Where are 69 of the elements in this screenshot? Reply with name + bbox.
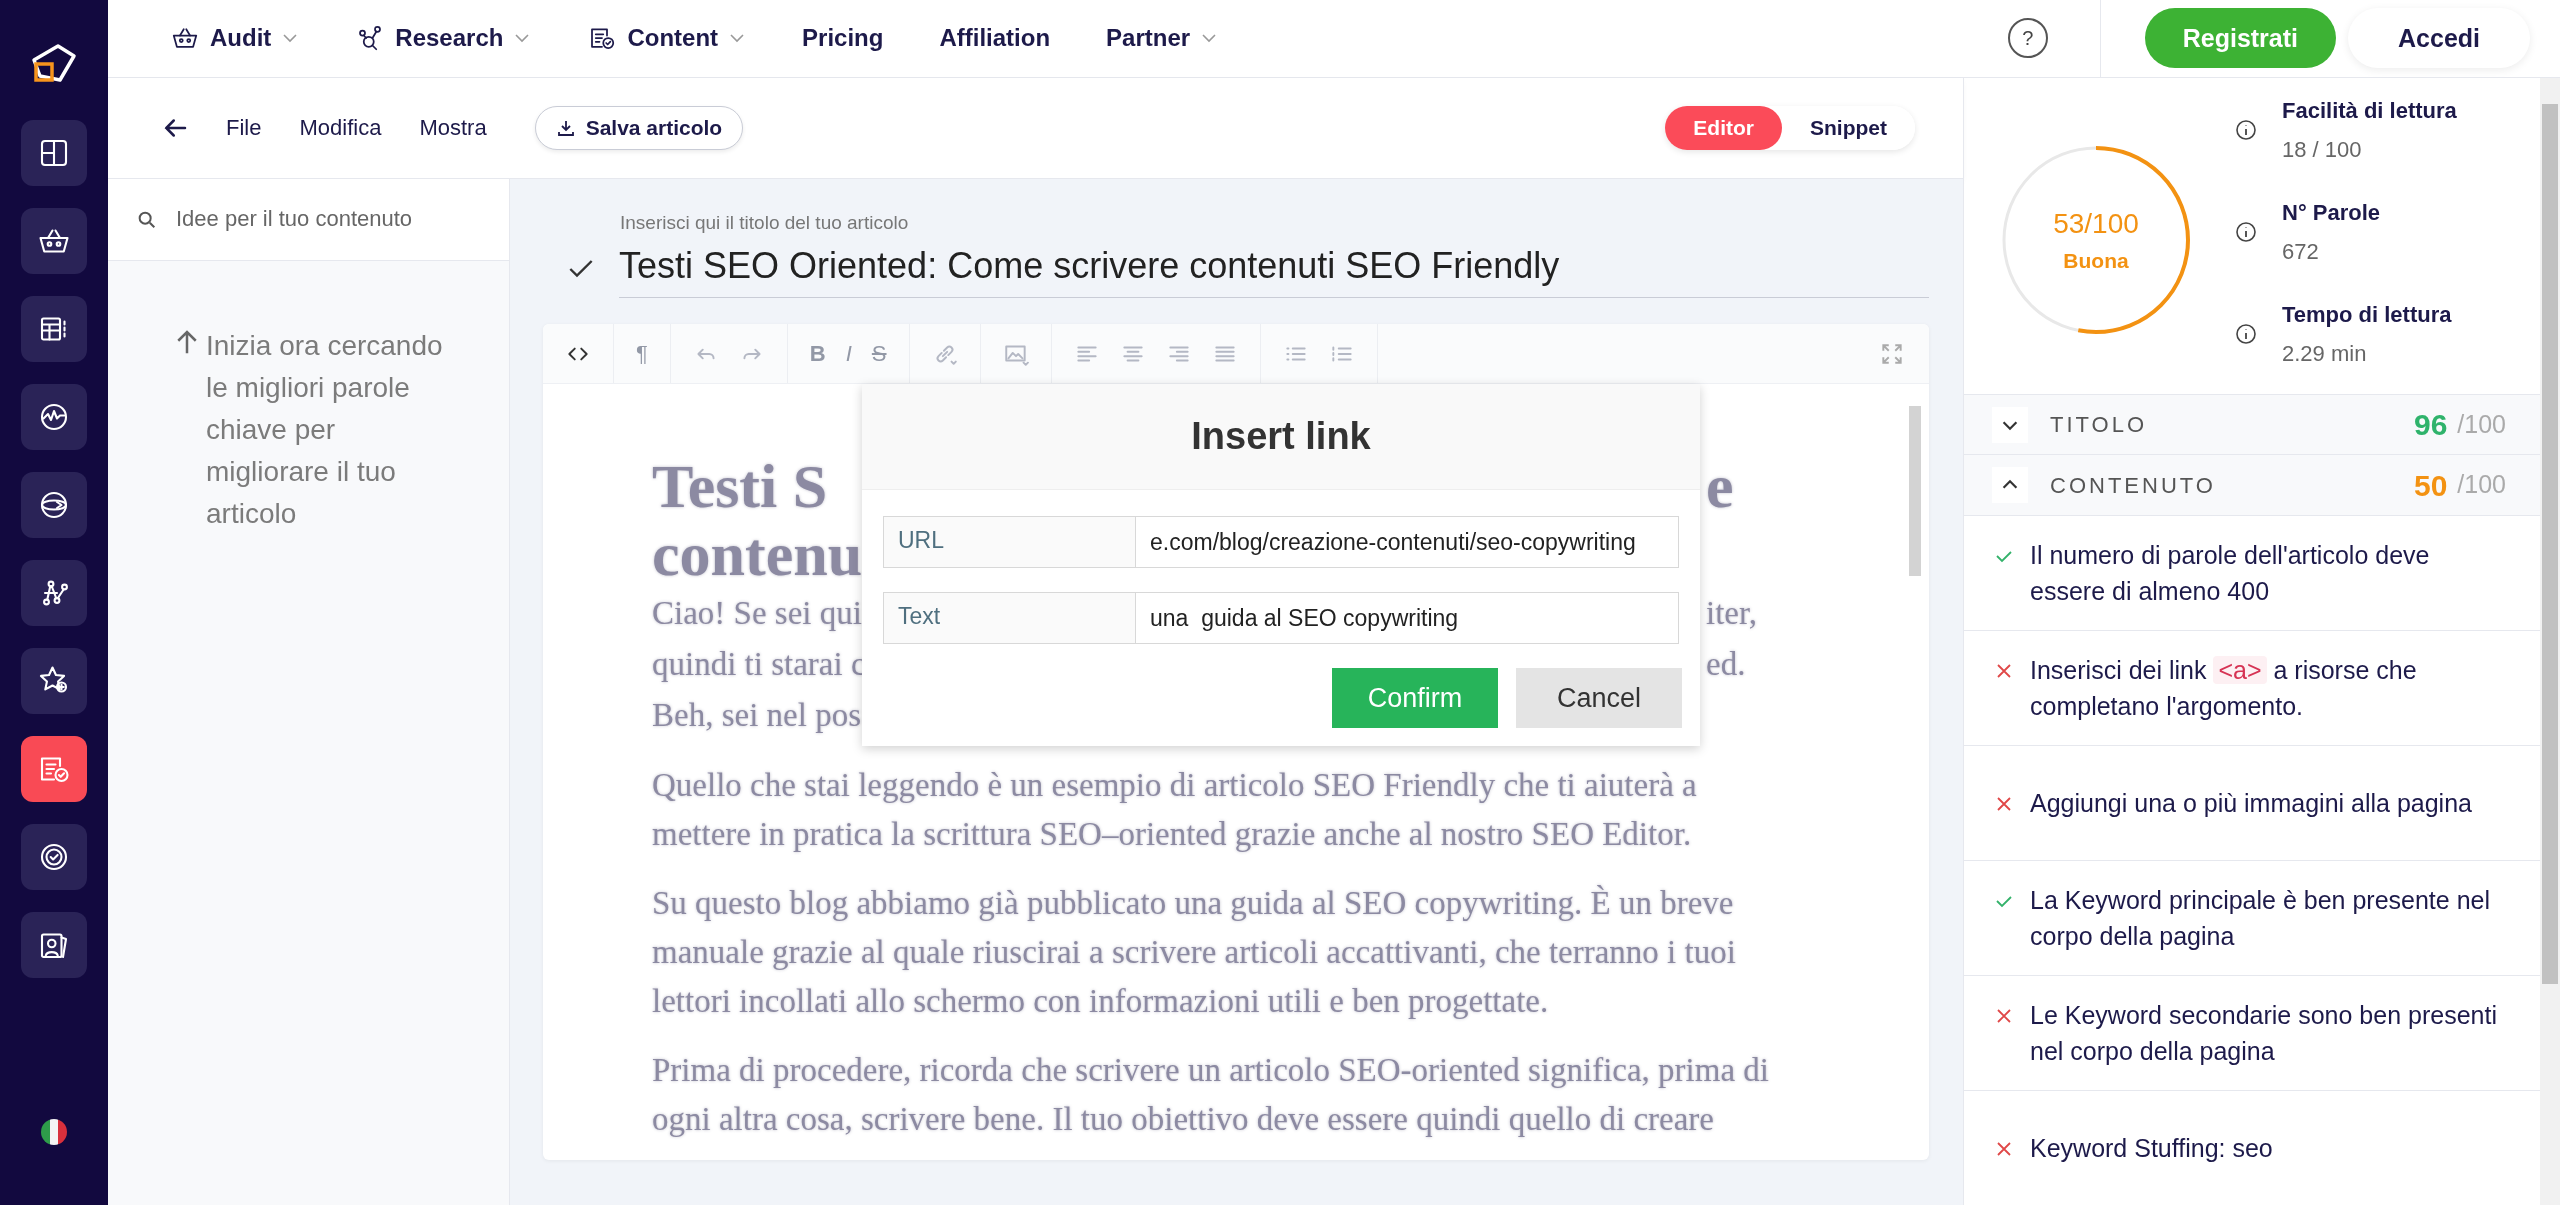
section-title: CONTENUTO [2050,471,2216,500]
search-field[interactable]: Idee per il tuo contenuto [108,178,509,261]
paragraph-text: Beh, sei nel pos [652,696,861,736]
sidebar-item[interactable] [21,472,87,538]
paragraph: Quello che stai leggendo è un esempio di articolo SEO Friendly che ti aiuterà a mettere in pratica la scrittura SEO–oriented grazie anche al nostro SEO Editor. [652,766,1698,855]
section-score: 96 [2413,407,2448,444]
menu-item[interactable]: File [226,111,262,145]
paragraph: Prima di procedere, ricorda che scrivere un articolo SEO-oriented significa, prima di ogni altra cosa, scrivere bene. Il tuo obiettivo deve essere quindi quello di creare [652,1051,1770,1140]
expand-toggle[interactable] [1992,406,2028,443]
sidebar-item[interactable] [21,648,87,714]
sidebar-item[interactable] [21,208,87,274]
menu-item[interactable]: Mostra [419,111,487,145]
dialog-title: Insert link [1191,414,1371,460]
score-value: 53/100 [2053,207,2139,241]
section-max: /100 [2457,408,2506,440]
sidebar-item[interactable] [21,120,87,186]
check-text: Le Keyword secondarie sono ben presenti nel corpo della pagina [2030,1000,2498,1067]
sidebar-item[interactable] [21,384,87,450]
nav-menu-item[interactable]: Affiliation [939,20,1051,57]
check-text: Il numero di parole dell'articolo deve essere di almeno 400 [2030,540,2431,607]
hint-text: Inizia ora cercando le migliori parole chiave per migliorare il tuo articolo [206,328,444,531]
metric-label: N° Parole [2282,198,2381,227]
sidebar-item[interactable] [21,736,87,802]
heading-text: Testi S [652,452,828,521]
check-text: La Keyword principale è ben presente nel corpo della pagina [2030,885,2492,952]
heading-text: contenu [652,520,863,589]
input-field[interactable]: e.com/blog/creazione-contenuti/seo-copywriting [1135,516,1679,569]
nav-menu-item[interactable]: Partner [1106,20,1219,57]
info-icon[interactable] [2234,117,2258,142]
save-button[interactable]: Salva articolo [534,105,744,150]
help-button[interactable]: ? [2007,18,2048,59]
sidebar-item[interactable] [21,560,87,626]
score-rating: Buona [2063,248,2129,274]
field-label: URL [883,516,1135,569]
nav-menu-item[interactable]: Audit [170,20,300,57]
paragraph-text: iter, [1706,594,1757,634]
input-field[interactable]: una guida al SEO copywriting [1135,592,1679,645]
expand-toggle[interactable] [1992,467,2028,504]
metric-value: 672 [2282,237,2320,266]
menu-item[interactable]: Modifica [299,111,382,145]
nav-menu-item[interactable]: Pricing [802,20,884,57]
title-label: Inserisci qui il titolo del tuo articolo [620,210,910,235]
paragraph-text: ed. [1706,645,1746,685]
field-label: Text [883,592,1135,645]
login-button[interactable]: Accedi [2348,8,2530,69]
cancel-button[interactable]: Cancel [1516,668,1682,729]
flag-icon[interactable] [41,1119,67,1145]
metric-value: 2.29 min [2282,339,2368,368]
sidebar-item[interactable] [21,912,87,978]
info-icon[interactable] [2234,321,2258,346]
section-title: TITOLO [2050,411,2148,440]
sidebar-item[interactable] [21,296,87,362]
sidebar-item[interactable] [21,824,87,890]
title-field[interactable]: Testi SEO Oriented: Come scrivere contenuti SEO Friendly [619,239,1929,299]
scrollbar[interactable] [2540,77,2560,1205]
section-max: /100 [2457,469,2506,501]
heading-text: e [1706,452,1734,521]
paragraph-text: Ciao! Se sei qui [652,594,862,634]
metric-value: 18 / 100 [2282,135,2363,164]
paragraph: Su questo blog abbiamo già pubblicato una guida al SEO copywriting. È un breve manuale grazie al quale riuscirai a scrivere articoli accattivanti, che terranno i tuoi lettori incollati allo schermo con informazioni utili e ben progettate. [652,884,1737,1022]
nav-menu-item[interactable]: Content [587,20,747,57]
metric-label: Tempo di lettura [2282,300,2452,329]
nav-menu-item[interactable]: Research [355,20,532,57]
check-text: Aggiungi una o più immagini alla pagina [2030,788,2472,819]
section-score: 50 [2413,467,2448,504]
check-text: Inserisci dei link <a> a risorse che completano l'argomento. [2030,654,2418,722]
metric-label: Facilità di lettura [2282,96,2457,125]
check-text: Keyword Stuffing: seo [2030,1133,2273,1164]
info-icon[interactable] [2234,219,2258,244]
